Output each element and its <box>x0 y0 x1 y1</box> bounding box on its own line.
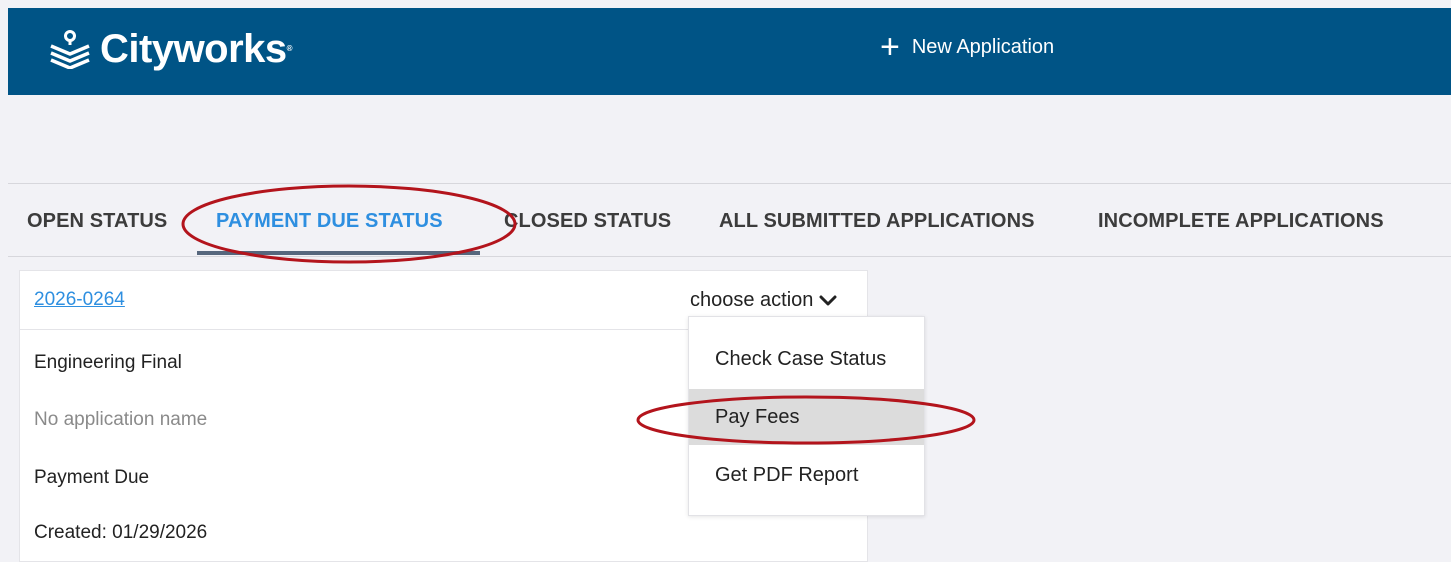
choose-action-label: choose action <box>690 289 814 311</box>
tab-payment-due-status[interactable]: PAYMENT DUE STATUS <box>216 210 443 233</box>
active-tab-indicator <box>197 251 480 255</box>
case-status: Payment Due <box>34 467 150 488</box>
tab-closed-status[interactable]: CLOSED STATUS <box>504 210 671 233</box>
tab-all-submitted-applications[interactable]: ALL SUBMITTED APPLICATIONS <box>719 210 1035 233</box>
action-menu: Check Case Status Pay Fees Get PDF Repor… <box>688 316 925 516</box>
created-date: Created: 01/29/2026 <box>34 522 208 543</box>
app-header: Cityworks® + New Application <box>8 8 1451 95</box>
status-tabs: OPEN STATUS PAYMENT DUE STATUS CLOSED ST… <box>8 184 1451 256</box>
registered-mark: ® <box>286 44 293 53</box>
tab-incomplete-applications[interactable]: INCOMPLETE APPLICATIONS <box>1098 210 1384 233</box>
new-application-button[interactable]: + New Application <box>880 28 1055 66</box>
menu-item-check-case-status[interactable]: Check Case Status <box>689 331 924 387</box>
brand-name: Cityworks® <box>100 27 293 71</box>
chevron-down-icon <box>819 295 837 305</box>
cityworks-logo-icon <box>50 30 90 69</box>
choose-action-dropdown[interactable]: choose action <box>690 289 837 312</box>
menu-item-pay-fees[interactable]: Pay Fees <box>689 389 924 445</box>
case-number-link[interactable]: 2026-0264 <box>34 289 125 311</box>
menu-item-get-pdf-report[interactable]: Get PDF Report <box>689 447 924 503</box>
brand-logo[interactable]: Cityworks® <box>48 26 293 72</box>
plus-icon: + <box>880 28 900 66</box>
case-type: Engineering Final <box>34 352 182 373</box>
tab-open-status[interactable]: OPEN STATUS <box>27 210 167 233</box>
application-name: No application name <box>34 409 208 430</box>
new-application-label: New Application <box>911 35 1055 58</box>
tabs-bottom-divider <box>8 256 1451 257</box>
